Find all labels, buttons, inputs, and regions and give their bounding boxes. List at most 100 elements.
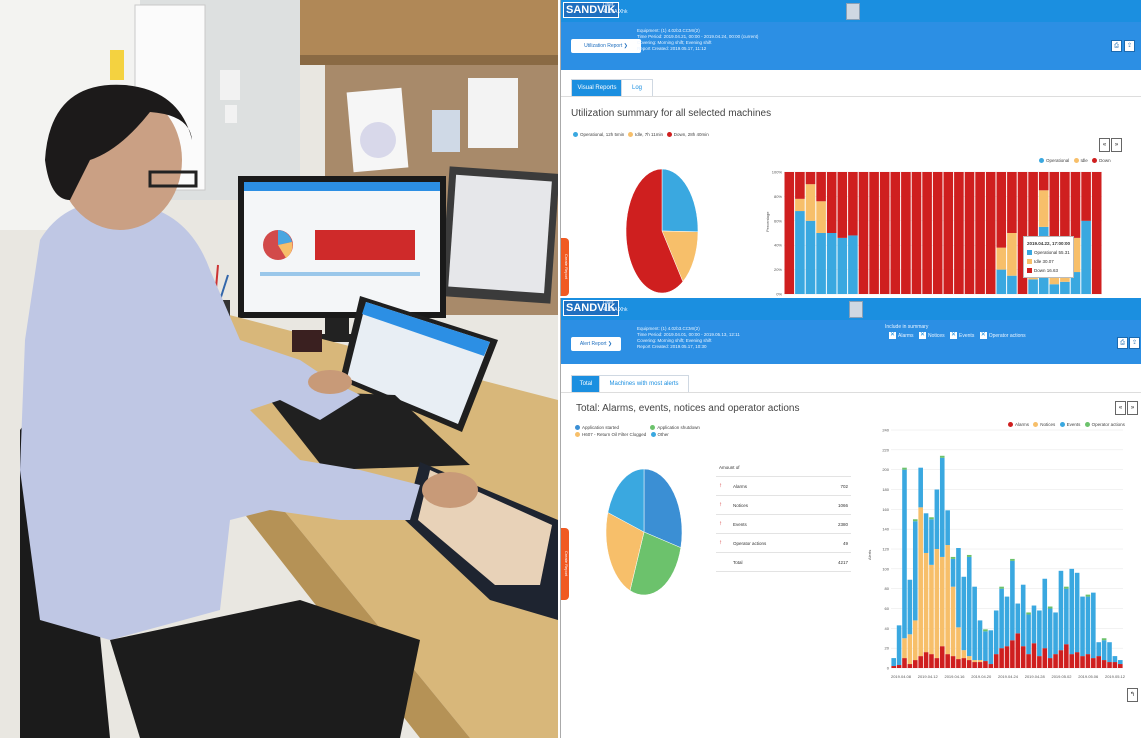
legend-label: H607 - Return Oil Filter Clogged: [582, 432, 647, 437]
x-tick-label: 2019.04.20: [971, 674, 992, 679]
include-events-option[interactable]: ✕ Events: [946, 332, 974, 339]
legend-return-oil-filter: H607 - Return Oil Filter Clogged: [575, 432, 647, 438]
tab-log[interactable]: Log: [621, 79, 653, 97]
bar-segment: [784, 172, 795, 294]
bar-segment: [902, 469, 907, 639]
bar-segment: [902, 638, 907, 659]
machine-label: 4L10A.Xhk: [603, 9, 628, 15]
amount-header: Amount of: [716, 458, 851, 477]
bar-segment: [795, 211, 805, 294]
y-tick-label: 80: [885, 586, 890, 591]
print-button[interactable]: ⎙: [1117, 337, 1128, 349]
bar-segment: [1047, 606, 1053, 609]
bar-segment: [912, 620, 918, 661]
y-tick-label: 220: [882, 447, 889, 452]
prev-button[interactable]: «: [1099, 138, 1110, 152]
bar-segment: [837, 172, 848, 238]
legend-other: Other: [650, 432, 669, 438]
tab-visual-reports[interactable]: Visual Reports: [571, 79, 623, 97]
bar-segment: [1101, 660, 1107, 668]
bar-segment: [1096, 642, 1102, 657]
tab-machines-most-alerts[interactable]: Machines with most alerts: [599, 375, 689, 393]
export-button[interactable]: ⇪: [1129, 337, 1140, 349]
bar-segment: [1031, 643, 1037, 668]
series-idle-label: Idle: [1080, 158, 1088, 163]
bar-segment: [1074, 652, 1080, 668]
bar-segment: [1107, 642, 1112, 663]
user-label: User: [603, 300, 614, 306]
bar-segment: [1004, 646, 1010, 668]
bar-segment: [907, 634, 913, 665]
bar-segment: [1047, 608, 1053, 659]
include-operator-actions-option[interactable]: ✕ Operator actions: [976, 332, 1026, 339]
bar-segment: [1007, 275, 1017, 294]
alert-report-button[interactable]: Alert Report ❯: [571, 337, 621, 351]
bar-segment: [934, 489, 940, 549]
include-title: Include in summary: [885, 324, 929, 330]
export-button[interactable]: ⇪: [1124, 40, 1135, 52]
bar-segment: [1112, 656, 1118, 663]
circle-icon: [650, 432, 656, 438]
bar-segment: [1091, 592, 1096, 659]
table-header: Amount of: [716, 458, 851, 477]
y-tick-label: 0: [887, 666, 890, 671]
bar-segment: [939, 457, 945, 557]
bar-segment: [934, 549, 940, 659]
amount-label: Operator actions: [730, 533, 816, 553]
y-tick-label: 100%: [772, 170, 783, 175]
include-alarms-option[interactable]: ✕ Alarms: [885, 332, 914, 339]
legend-idle: Idle, 7h 11min: [628, 132, 663, 138]
bar-segment: [993, 610, 999, 655]
prev-button[interactable]: «: [1115, 401, 1126, 415]
bar-segment: [912, 521, 918, 621]
calculator-icon[interactable]: [849, 301, 863, 318]
checkbox-icon[interactable]: ✕: [889, 332, 896, 339]
bar-segment: [922, 172, 932, 294]
circle-icon: [1039, 158, 1044, 164]
checkbox-icon[interactable]: ✕: [950, 332, 958, 339]
table-row: ↑ Operator actions 49: [716, 533, 851, 553]
amounts-table: Amount of ↑ Alarms 702 ↑ Notices 1066 ↑ Event…: [716, 458, 851, 572]
calculator-icon[interactable]: [846, 3, 860, 20]
create-report-tab[interactable]: Create Report: [561, 528, 569, 600]
bar-segment: [923, 552, 929, 653]
next-button[interactable]: »: [1127, 401, 1138, 415]
bar-segment: [1038, 190, 1049, 227]
bar-segment: [896, 665, 902, 668]
checkbox-icon[interactable]: ✕: [918, 332, 926, 339]
bar-segment: [1064, 586, 1069, 589]
bar-segment: [950, 656, 956, 668]
include-notices-option[interactable]: ✕ Notices: [915, 332, 945, 339]
circle-icon: [575, 425, 580, 431]
tab-total[interactable]: Total: [571, 375, 601, 393]
bar-segment: [805, 220, 816, 294]
bar-segment: [1028, 172, 1038, 246]
create-report-tab[interactable]: Create Report: [561, 238, 569, 296]
bar-segment: [1010, 640, 1015, 668]
bar-segment: [943, 172, 954, 294]
bar-segment: [907, 664, 913, 668]
bar-segment: [1007, 172, 1017, 233]
bar-segment: [956, 659, 961, 668]
tooltip-label: Idle: [1034, 259, 1042, 264]
tooltip-value: 16.63: [1046, 268, 1059, 273]
legend-down: Down, 28h 40min: [666, 132, 709, 138]
next-button[interactable]: »: [1111, 138, 1122, 152]
amount-value: 2380: [815, 514, 851, 534]
scroll-top-button[interactable]: ↰: [1127, 688, 1138, 702]
legend-application-shutdown: Application shutdown: [650, 425, 700, 431]
bar-segment: [993, 654, 999, 668]
circle-icon: [1092, 158, 1098, 164]
utilization-report-button[interactable]: Utilization Report ❯: [571, 39, 641, 53]
bar-segment: [918, 507, 923, 657]
bar-segment: [966, 554, 972, 557]
bar-segment: [996, 269, 1007, 294]
pin-icon: ↑: [719, 521, 722, 527]
y-tick-label: 60%: [774, 218, 782, 223]
circle-icon: [573, 132, 578, 138]
bar-segment: [966, 660, 972, 668]
print-button[interactable]: ⎙: [1111, 40, 1122, 52]
checkbox-icon[interactable]: ✕: [979, 332, 987, 339]
y-tick-label: 180: [882, 487, 889, 492]
bar-segment: [966, 656, 972, 661]
